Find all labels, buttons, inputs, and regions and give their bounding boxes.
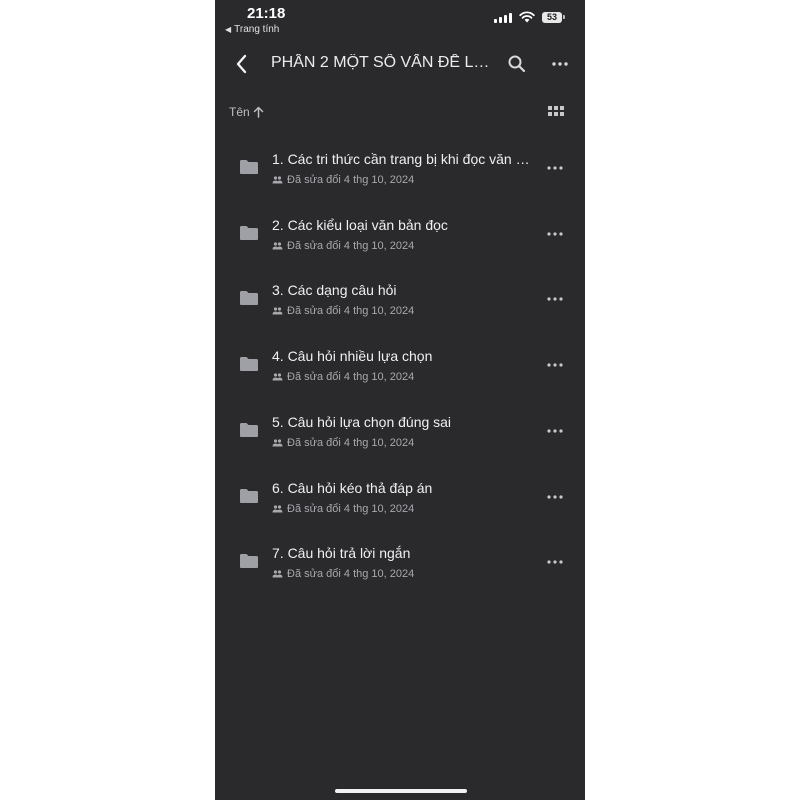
item-modified: Đã sửa đổi 4 thg 10, 2024 bbox=[287, 305, 415, 318]
more-horizontal-icon[interactable] bbox=[544, 290, 566, 308]
back-app-label: Trang tính bbox=[234, 24, 280, 35]
item-name: 7. Câu hỏi trả lời ngắn bbox=[272, 545, 411, 562]
search-icon[interactable] bbox=[506, 53, 528, 75]
folder-icon bbox=[240, 357, 258, 372]
sort-by-name-button[interactable]: Tên bbox=[229, 105, 264, 119]
item-name: 6. Câu hỏi kéo thả đáp án bbox=[272, 479, 433, 496]
back-triangle-icon: ◀ bbox=[225, 25, 232, 34]
folder-icon bbox=[240, 422, 258, 437]
more-horizontal-icon[interactable] bbox=[544, 225, 566, 243]
item-name: 4. Câu hỏi nhiều lựa chọn bbox=[272, 348, 433, 365]
item-name: 2. Các kiểu loại văn bản đọc bbox=[272, 216, 448, 233]
more-horizontal-icon[interactable] bbox=[544, 159, 566, 177]
sort-label: Tên bbox=[229, 105, 250, 119]
folder-icon bbox=[240, 488, 258, 503]
chevron-left-icon[interactable] bbox=[231, 52, 253, 76]
list-item[interactable]: 1. Các tri thức cần trang bị khi đọc văn… bbox=[215, 140, 585, 200]
folder-icon bbox=[240, 554, 258, 569]
people-icon bbox=[272, 176, 283, 184]
item-modified: Đã sửa đổi 4 thg 10, 2024 bbox=[287, 502, 415, 515]
item-meta: Đã sửa đổi 4 thg 10, 2024 bbox=[272, 503, 414, 515]
item-modified: Đã sửa đổi 4 thg 10, 2024 bbox=[287, 371, 415, 384]
people-icon bbox=[272, 373, 283, 381]
people-icon bbox=[272, 242, 283, 250]
battery-icon: 53 bbox=[542, 11, 565, 23]
item-meta: Đã sửa đổi 4 thg 10, 2024 bbox=[272, 568, 414, 580]
item-meta: Đã sửa đổi 4 thg 10, 2024 bbox=[272, 174, 414, 186]
item-name: 5. Câu hỏi lựa chọn đúng sai bbox=[272, 413, 452, 430]
grid-view-icon[interactable] bbox=[546, 104, 566, 122]
item-modified: Đã sửa đổi 4 thg 10, 2024 bbox=[287, 436, 415, 449]
item-modified: Đã sửa đổi 4 thg 10, 2024 bbox=[287, 568, 415, 581]
item-name: 3. Các dạng câu hỏi bbox=[272, 282, 397, 299]
people-icon bbox=[272, 439, 283, 447]
more-horizontal-icon[interactable] bbox=[549, 53, 571, 75]
status-time: 21:18 bbox=[247, 5, 286, 22]
wifi-icon bbox=[519, 11, 535, 23]
list-item[interactable]: 7. Câu hỏi trả lời ngắn Đã sửa đổi 4 thg… bbox=[215, 534, 585, 594]
item-meta: Đã sửa đổi 4 thg 10, 2024 bbox=[272, 371, 414, 383]
folder-icon bbox=[240, 160, 258, 174]
back-to-app-link[interactable]: ◀ Trang tính bbox=[225, 24, 279, 35]
home-indicator[interactable] bbox=[335, 789, 467, 793]
item-modified: Đã sửa đổi 4 thg 10, 2024 bbox=[287, 239, 415, 252]
list-item[interactable]: 3. Các dạng câu hỏi Đã sửa đổi 4 thg 10,… bbox=[215, 271, 585, 331]
list-item[interactable]: 2. Các kiểu loại văn bản đọc Đã sửa đổi … bbox=[215, 206, 585, 266]
item-meta: Đã sửa đổi 4 thg 10, 2024 bbox=[272, 437, 414, 449]
more-horizontal-icon[interactable] bbox=[544, 356, 566, 374]
folder-icon bbox=[240, 225, 258, 240]
item-meta: Đã sửa đổi 4 thg 10, 2024 bbox=[272, 305, 414, 317]
arrow-up-icon bbox=[253, 106, 263, 118]
item-modified: Đã sửa đổi 4 thg 10, 2024 bbox=[287, 174, 415, 186]
more-horizontal-icon[interactable] bbox=[544, 553, 566, 571]
people-icon bbox=[272, 307, 283, 315]
folder-icon bbox=[240, 291, 258, 306]
battery-level: 53 bbox=[542, 11, 562, 23]
list-item[interactable]: 5. Câu hỏi lựa chọn đúng sai Đã sửa đổi … bbox=[215, 403, 585, 463]
more-horizontal-icon[interactable] bbox=[544, 488, 566, 506]
sort-row: Tên bbox=[215, 100, 585, 126]
phone-screen: 21:18 ◀ Trang tính 53 PHẦN 2 MỘT SỐ VẤN … bbox=[215, 0, 585, 800]
more-horizontal-icon[interactable] bbox=[544, 422, 566, 440]
people-icon bbox=[272, 504, 283, 512]
list-item[interactable]: 4. Câu hỏi nhiều lựa chọn Đã sửa đổi 4 t… bbox=[215, 337, 585, 397]
cellular-signal-icon bbox=[494, 12, 512, 23]
folder-title: PHẦN 2 MỘT SỐ VẤN ĐỀ LÝ... bbox=[271, 54, 491, 71]
people-icon bbox=[272, 570, 283, 578]
item-name: 1. Các tri thức cần trang bị khi đọc văn… bbox=[272, 151, 537, 167]
list-item[interactable]: 6. Câu hỏi kéo thả đáp án Đã sửa đổi 4 t… bbox=[215, 469, 585, 529]
item-meta: Đã sửa đổi 4 thg 10, 2024 bbox=[272, 240, 414, 252]
top-app-bar: PHẦN 2 MỘT SỐ VẤN ĐỀ LÝ... bbox=[215, 44, 585, 84]
status-indicators: 53 bbox=[494, 11, 565, 23]
